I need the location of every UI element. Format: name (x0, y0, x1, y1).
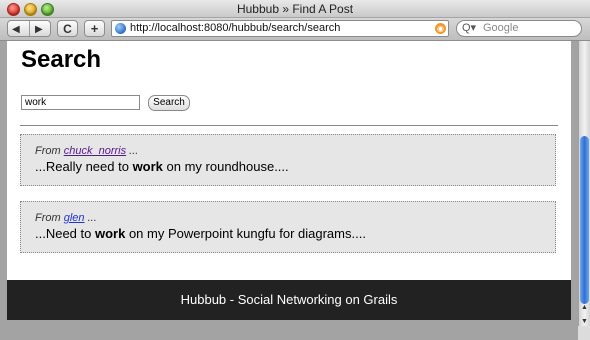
page-title: Search (21, 46, 102, 73)
reload-icon: C (63, 22, 72, 36)
author-link[interactable]: chuck_norris (64, 145, 126, 157)
page-viewport: Search Search From chuck_norris ... ...R… (0, 41, 578, 340)
forward-icon[interactable]: ▶ (35, 21, 43, 38)
globe-icon (115, 23, 126, 34)
rss-icon[interactable]: ◉ (435, 23, 446, 34)
scroll-up-arrow-icon[interactable]: ▲ (580, 304, 589, 314)
url-text[interactable]: http://localhost:8080/hubbub/search/sear… (130, 22, 340, 34)
search-highlight: work (132, 159, 163, 174)
web-search-field[interactable]: Q▾ Google (456, 20, 582, 37)
search-highlight: work (94, 226, 126, 241)
resize-grip-icon[interactable] (578, 326, 590, 340)
post-from: From glen ... (35, 212, 97, 224)
plus-icon: + (90, 21, 99, 36)
post-message: ...Really need to work on my roundhouse.… (35, 159, 289, 174)
search-button[interactable]: Search (148, 95, 190, 111)
browser-toolbar: ◀ ▶ C + http://localhost:8080/hubbub/sea… (0, 18, 590, 41)
post-item: From glen ... ...Need to work on my Powe… (20, 201, 556, 253)
post-from: From chuck_norris ... (35, 145, 139, 157)
address-bar[interactable]: http://localhost:8080/hubbub/search/sear… (111, 20, 449, 37)
back-forward-separator (29, 21, 30, 36)
search-input[interactable] (21, 95, 140, 110)
window-titlebar: Hubbub » Find A Post (0, 0, 590, 18)
page-footer: Hubbub - Social Networking on Grails (7, 280, 571, 320)
back-forward-buttons: ◀ ▶ (7, 20, 51, 37)
author-link[interactable]: glen (64, 212, 85, 224)
post-item: From chuck_norris ... ...Really need to … (20, 134, 556, 186)
divider (20, 125, 558, 126)
vertical-scrollbar[interactable]: ▲ ▼ (578, 41, 590, 340)
reload-button[interactable]: C (57, 20, 78, 37)
back-icon[interactable]: ◀ (12, 21, 20, 38)
web-search-placeholder: Google (483, 22, 519, 34)
add-bookmark-button[interactable]: + (84, 20, 105, 37)
page-content: Search Search From chuck_norris ... ...R… (7, 41, 571, 280)
window-title: Hubbub » Find A Post (236, 2, 354, 16)
magnifier-icon[interactable]: Q▾ (462, 21, 476, 34)
scrollbar-thumb[interactable] (580, 136, 589, 304)
post-message: ...Need to work on my Powerpoint kungfu … (35, 226, 366, 241)
